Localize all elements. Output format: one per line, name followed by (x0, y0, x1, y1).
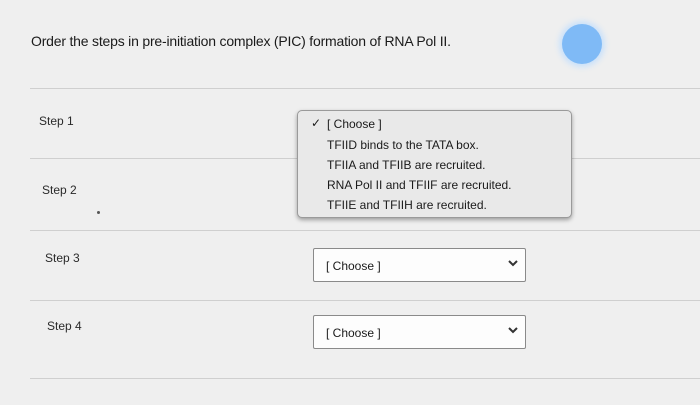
step-4-label: Step 4 (47, 319, 82, 333)
dropdown-option-rna-pol-tfiif[interactable]: RNA Pol II and TFIIF are recruited. (327, 178, 512, 192)
step-3-select[interactable]: [ Choose ] (313, 248, 526, 282)
divider (30, 378, 700, 379)
dropdown-option-choose[interactable]: [ Choose ] (327, 117, 382, 131)
dropdown-option-tfiia-tfiib[interactable]: TFIIA and TFIIB are recruited. (327, 158, 486, 172)
step-1-label: Step 1 (39, 114, 74, 128)
decorative-dot (97, 211, 100, 214)
divider (30, 88, 700, 89)
step-4-select[interactable]: [ Choose ] (313, 315, 526, 349)
step-3-label: Step 3 (45, 251, 80, 265)
dropdown-option-tfiie-tfiih[interactable]: TFIIE and TFIIH are recruited. (327, 198, 487, 212)
step-1-dropdown-list[interactable]: ✓ [ Choose ] TFIID binds to the TATA box… (297, 110, 572, 218)
checkmark-icon: ✓ (311, 116, 322, 130)
dropdown-option-tfiid[interactable]: TFIID binds to the TATA box. (327, 138, 479, 152)
chevron-down-icon (508, 260, 518, 267)
question-text: Order the steps in pre-initiation comple… (31, 33, 451, 49)
step-4-select-value: [ Choose ] (326, 326, 381, 340)
blue-dot-icon (562, 24, 602, 64)
divider (30, 300, 700, 301)
step-2-label: Step 2 (42, 183, 77, 197)
step-3-select-value: [ Choose ] (326, 259, 381, 273)
divider (30, 230, 700, 231)
chevron-down-icon (508, 327, 518, 334)
